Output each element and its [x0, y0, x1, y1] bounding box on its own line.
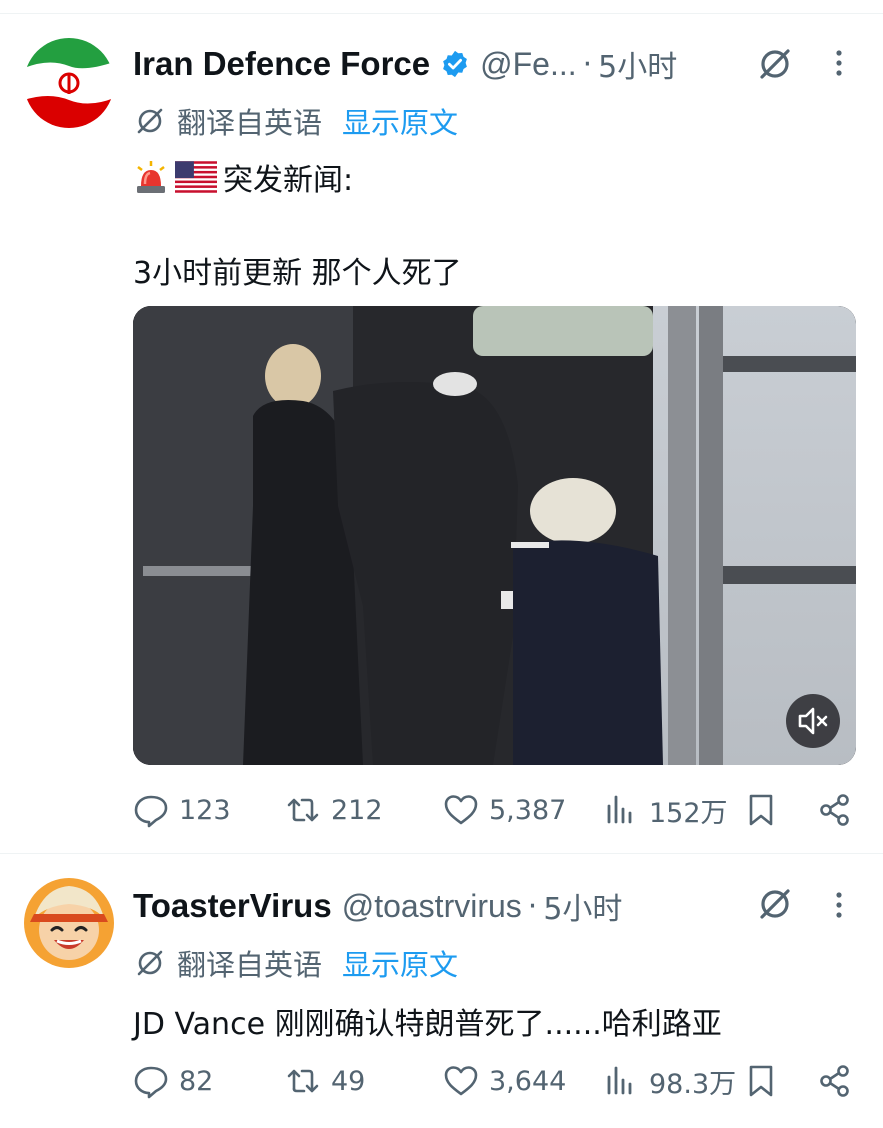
views-button[interactable]: 152万 [603, 785, 728, 835]
like-count: 5,387 [489, 794, 567, 826]
bookmark-icon [749, 1065, 773, 1097]
avatar[interactable] [24, 878, 114, 968]
like-button[interactable]: 5,387 [443, 785, 566, 835]
tweet-actions: 123 212 5,387 152万 [133, 785, 853, 835]
cartoon-avatar-image [24, 878, 114, 968]
like-count: 3,644 [489, 1065, 567, 1097]
reply-button[interactable]: 82 [133, 1056, 213, 1106]
views-chart-icon [607, 1066, 632, 1095]
avatar[interactable] [24, 38, 114, 128]
share-button[interactable] [817, 785, 853, 835]
grok-icon[interactable] [757, 46, 793, 82]
breaking-news-text: 突发新闻: [223, 163, 354, 198]
mute-button[interactable] [786, 694, 840, 748]
timestamp[interactable]: 5小时 [598, 42, 677, 86]
heart-icon [444, 1066, 478, 1096]
bookmark-button[interactable] [743, 785, 779, 835]
video-player[interactable] [133, 306, 856, 765]
share-icon [820, 1065, 849, 1097]
repost-button[interactable]: 212 [285, 785, 383, 835]
tweet-actions: 82 49 3,644 98.3万 [133, 1056, 853, 1106]
repost-icon [287, 1069, 319, 1093]
repost-icon [287, 798, 319, 822]
views-button[interactable]: 98.3万 [603, 1056, 736, 1106]
reply-button[interactable]: 123 [133, 785, 231, 835]
handle[interactable]: @toastrvirus [342, 888, 522, 925]
show-original-link[interactable]: 显示原文 [342, 942, 458, 984]
tweet-text-line-2: 3小时前更新 那个人死了 [133, 256, 462, 291]
translated-from-label: 翻译自英语 [177, 106, 323, 140]
tweet-header: Iran Defence Force @Fe... · 5小时 [133, 42, 677, 86]
us-flag-emoji-icon [175, 161, 217, 193]
police-siren-emoji-icon [137, 161, 165, 193]
repost-button[interactable]: 49 [285, 1056, 365, 1106]
tweet-toastervirus[interactable]: ToasterVirus @toastrvirus · 5小时 翻译自英语 显示… [0, 854, 883, 1128]
separator-dot: · [527, 888, 538, 924]
repost-count: 212 [331, 794, 383, 826]
tweet-header: ToasterVirus @toastrvirus · 5小时 [133, 884, 622, 928]
grok-translate-icon [137, 108, 163, 134]
tweet-iran-defence-force[interactable]: Iran Defence Force @Fe... · 5小时 翻译自英语 显示… [0, 0, 883, 853]
share-icon [820, 794, 849, 826]
volume-muted-icon [798, 707, 828, 735]
translated-from-label: 翻译自英语 [177, 948, 323, 982]
views-chart-icon [607, 795, 632, 824]
show-original-link[interactable]: 显示原文 [342, 100, 458, 142]
like-button[interactable]: 3,644 [443, 1056, 566, 1106]
separator-dot: · [582, 46, 593, 82]
reply-count: 123 [179, 794, 231, 826]
tweet-text: JD Vance 刚刚确认特朗普死了......哈利路亚 [133, 1007, 722, 1042]
bookmark-icon [749, 794, 773, 826]
verified-badge-icon [443, 50, 467, 78]
translation-row: 翻译自英语 显示原文 [135, 100, 458, 142]
views-count: 98.3万 [649, 1068, 737, 1100]
bookmark-button[interactable] [743, 1056, 779, 1106]
more-options-icon[interactable] [830, 48, 848, 78]
heart-icon [444, 795, 478, 825]
grok-icon[interactable] [757, 886, 793, 922]
repost-count: 49 [331, 1065, 366, 1097]
timestamp[interactable]: 5小时 [543, 884, 622, 928]
tweet-text-line-1: 突发新闻: [133, 155, 353, 199]
grok-translate-icon [137, 950, 163, 976]
more-options-icon[interactable] [830, 890, 848, 920]
share-button[interactable] [817, 1056, 853, 1106]
video-thumbnail [133, 306, 856, 765]
reply-icon [134, 795, 168, 828]
translation-row: 翻译自英语 显示原文 [135, 942, 458, 984]
display-name[interactable]: ToasterVirus [133, 887, 332, 925]
reply-count: 82 [179, 1065, 214, 1097]
display-name[interactable]: Iran Defence Force [133, 45, 430, 83]
reply-icon [134, 1066, 168, 1099]
views-count: 152万 [649, 797, 728, 829]
handle[interactable]: @Fe... [480, 46, 577, 83]
iran-flag-avatar-image [24, 38, 114, 128]
